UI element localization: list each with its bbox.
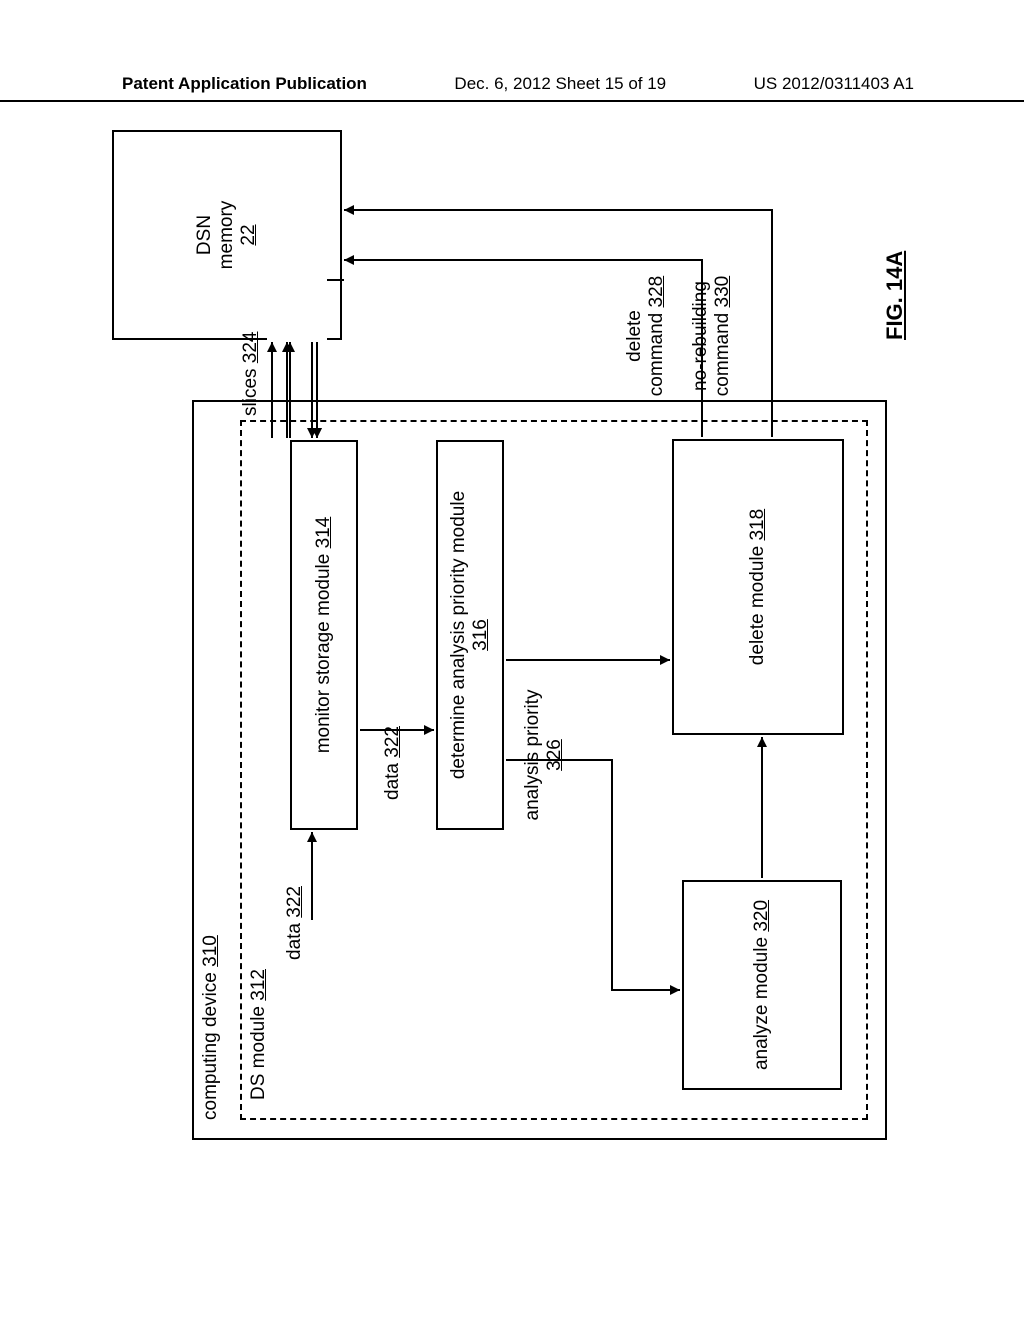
analyze-text: analyze module bbox=[751, 937, 772, 1070]
dsn-text-a: DSN bbox=[194, 215, 215, 255]
determine-priority-module: determine analysis priority module 316 bbox=[436, 440, 504, 830]
delete-text: delete module bbox=[747, 546, 768, 665]
analysis-priority-label: analysis priority 326 bbox=[522, 680, 566, 830]
dsn-ref: 22 bbox=[238, 224, 259, 245]
page-header: Patent Application Publication Dec. 6, 2… bbox=[0, 74, 1024, 102]
ds-module-ref: 312 bbox=[248, 969, 269, 1001]
monitor-text: monitor storage module bbox=[313, 554, 334, 754]
header-left: Patent Application Publication bbox=[122, 74, 367, 94]
delete-command-label: delete command 328 bbox=[624, 266, 668, 406]
figure-canvas: computing device 310 DS module 312 monit… bbox=[112, 140, 912, 1170]
ds-module-label: DS module 312 bbox=[248, 969, 270, 1100]
computing-device-label: computing device 310 bbox=[200, 935, 222, 1120]
dsn-text-b: memory bbox=[216, 201, 237, 270]
del-cmd-ref: 328 bbox=[646, 276, 667, 308]
diagram: computing device 310 DS module 312 monit… bbox=[112, 110, 912, 1140]
ds-module-text: DS module bbox=[248, 1006, 269, 1100]
noreb-ref: 330 bbox=[712, 276, 733, 308]
delete-module: delete module 318 bbox=[672, 439, 844, 735]
slices-label: slices 324 bbox=[240, 332, 262, 417]
slices-text: slices bbox=[240, 368, 261, 416]
noreb-a: no-rebuilding bbox=[690, 281, 711, 391]
ap-ref: 326 bbox=[544, 739, 565, 771]
determine-ref: 316 bbox=[470, 619, 491, 651]
data-ref2: 322 bbox=[382, 726, 403, 758]
data-arrow-mid-label: data 322 bbox=[382, 726, 404, 800]
del-cmd-b: command bbox=[646, 313, 667, 396]
data-text2: data bbox=[382, 763, 403, 800]
determine-text: determine analysis priority module bbox=[448, 491, 469, 779]
ap-text: analysis priority bbox=[522, 690, 543, 821]
monitor-storage-module: monitor storage module 314 bbox=[290, 440, 358, 830]
header-mid: Dec. 6, 2012 Sheet 15 of 19 bbox=[454, 74, 666, 94]
computing-device-text: computing device bbox=[200, 972, 221, 1120]
rotated-wrapper: computing device 310 DS module 312 monit… bbox=[112, 110, 912, 1140]
computing-device-ref: 310 bbox=[200, 935, 221, 967]
figure-caption: FIG. 14A bbox=[882, 251, 908, 340]
data-text: data bbox=[284, 923, 305, 960]
data-ref: 322 bbox=[284, 886, 305, 918]
noreb-b: command bbox=[712, 313, 733, 396]
analyze-ref: 320 bbox=[751, 900, 772, 932]
monitor-ref: 314 bbox=[313, 517, 334, 549]
analyze-module: analyze module 320 bbox=[682, 880, 842, 1090]
del-cmd-a: delete bbox=[624, 310, 645, 362]
delete-ref: 318 bbox=[747, 509, 768, 541]
dsn-memory-box: DSN memory 22 bbox=[112, 130, 342, 340]
no-rebuilding-command-label: no-rebuilding command 330 bbox=[690, 266, 734, 406]
data-arrow-left-label: data 322 bbox=[284, 886, 306, 960]
header-right: US 2012/0311403 A1 bbox=[754, 74, 914, 94]
slices-ref: 324 bbox=[240, 332, 261, 364]
